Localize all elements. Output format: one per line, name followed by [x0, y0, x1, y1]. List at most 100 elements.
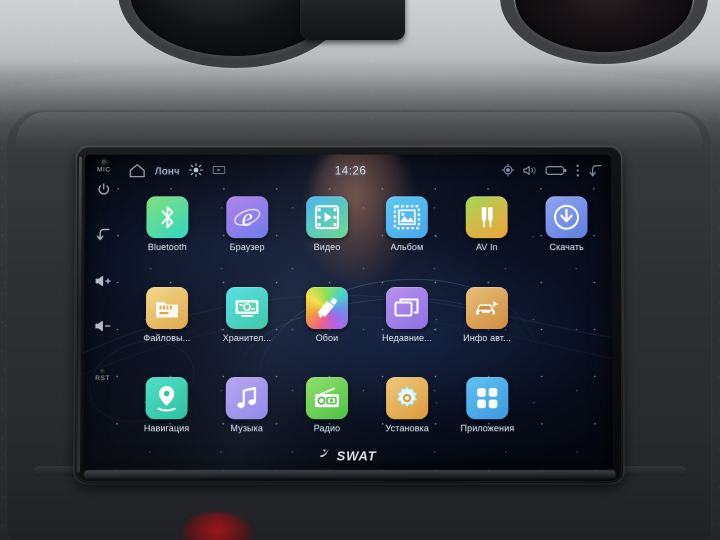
app-file-manager[interactable]: Файловы... — [128, 283, 206, 374]
settings-gear-icon — [396, 385, 417, 408]
head-unit: MIC RST Лонч 14:26 Bluetooth e Браузер В… — [74, 146, 624, 483]
app-label: Радио — [313, 423, 341, 434]
radio-tile — [305, 377, 348, 420]
app-label: Инфо авт... — [463, 332, 511, 343]
home-icon[interactable] — [129, 162, 146, 181]
browser-e-icon: e — [234, 205, 261, 231]
app-download[interactable]: Скачать — [527, 192, 605, 282]
clock-time: 14:26 — [334, 165, 367, 178]
app-album[interactable]: Альбом — [368, 192, 446, 282]
car-interior-scene: MIC RST Лонч 14:26 Bluetooth e Браузер В… — [0, 0, 720, 540]
app-grid: Bluetooth e Браузер Видео Альбом AV In С… — [127, 190, 607, 464]
wallpaper-tile — [305, 286, 349, 329]
brand-logo: SWAT — [319, 446, 376, 464]
storage-tile — [225, 286, 269, 329]
gps-location-icon[interactable] — [501, 164, 514, 180]
app-bluetooth[interactable]: Bluetooth — [128, 192, 206, 282]
brightness-sun-icon[interactable] — [189, 163, 204, 181]
back-arrow-icon[interactable] — [588, 163, 603, 180]
recent-apps-icon — [394, 298, 419, 317]
app-settings[interactable]: Установка — [368, 373, 446, 464]
navigation-pin-icon — [157, 385, 176, 411]
app-label: Файловы... — [143, 332, 191, 343]
app-storage[interactable]: Хранител... — [208, 283, 286, 374]
bezel-edge-highlight — [76, 156, 82, 473]
app-label: Установка — [385, 423, 429, 434]
volume-speaker-icon[interactable] — [522, 164, 537, 179]
overflow-menu-icon[interactable] — [575, 163, 580, 180]
app-browser[interactable]: e Браузер — [208, 192, 286, 282]
app-applications[interactable]: Приложения — [448, 373, 526, 464]
swat-swoosh-icon — [319, 446, 334, 464]
video-filmstrip-icon — [315, 205, 340, 230]
download-icon — [552, 203, 580, 231]
app-empty-2 — [528, 373, 607, 464]
reset-pinhole-icon — [99, 368, 106, 375]
status-bar-left: Лонч — [129, 162, 227, 181]
app-label: AV In — [475, 242, 498, 253]
settings-tile — [386, 377, 429, 420]
app-label: Недавние... — [382, 332, 433, 343]
app-label: Обои — [315, 332, 339, 343]
download-tile — [545, 196, 588, 239]
av-rca-plug-icon — [481, 207, 493, 228]
bluetooth-tile — [146, 196, 189, 239]
mic-hole-icon — [100, 158, 108, 166]
file-manager-icon — [155, 301, 179, 318]
brand-name: SWAT — [336, 447, 377, 463]
touchscreen-display[interactable]: Лонч 14:26 Bluetooth e Браузер Видео Аль… — [83, 154, 613, 471]
app-music[interactable]: Музыка — [208, 373, 286, 464]
battery-icon[interactable] — [545, 164, 567, 179]
app-label: Хранител... — [222, 332, 272, 343]
bluetooth-icon — [161, 206, 174, 229]
video-tile — [306, 196, 349, 239]
mic-button[interactable]: MIC — [96, 158, 111, 174]
app-label: Браузер — [229, 242, 265, 253]
mic-label: MIC — [96, 166, 111, 174]
storage-icon — [235, 299, 259, 317]
media-play-icon[interactable] — [213, 165, 227, 179]
app-wallpaper[interactable]: Обои — [288, 283, 366, 374]
reset-label: RST — [95, 375, 111, 383]
app-label: Видео — [313, 242, 341, 253]
file-manager-tile — [145, 286, 189, 329]
status-bar-right — [501, 163, 603, 180]
volume-down-button[interactable] — [94, 319, 112, 338]
status-bar-center: 14:26 — [226, 166, 502, 178]
app-navigation[interactable]: Навигация — [127, 373, 206, 464]
power-icon — [97, 182, 111, 201]
app-label: Приложения — [460, 423, 515, 434]
app-recent[interactable]: Недавние... — [368, 283, 446, 374]
launcher-label: Лонч — [154, 165, 180, 178]
app-label: Скачать — [549, 242, 584, 253]
hazard-triangle-icon — [338, 0, 368, 6]
apps-grid-icon — [476, 387, 498, 409]
back-button[interactable] — [95, 227, 111, 246]
applications-tile — [466, 377, 509, 420]
app-label: Альбом — [390, 242, 424, 253]
app-label: Навигация — [143, 423, 190, 434]
hvac-controls: 1 2 3 — [0, 470, 720, 540]
av-in-tile — [465, 196, 508, 239]
reset-button[interactable]: RST — [95, 368, 110, 382]
volume-up-button[interactable] — [94, 274, 112, 293]
status-bar: Лонч 14:26 — [85, 155, 611, 189]
music-note-icon — [236, 386, 256, 408]
recent-tile — [385, 286, 429, 329]
volume-up-icon — [94, 274, 112, 293]
car-info-tile — [465, 286, 509, 329]
radio-icon — [314, 387, 339, 407]
volume-down-icon — [94, 319, 112, 338]
browser-tile: e — [226, 196, 269, 239]
app-label: Музыка — [230, 423, 263, 434]
power-button[interactable] — [97, 182, 111, 201]
app-car-info[interactable]: Инфо авт... — [448, 283, 526, 374]
hazard-lights-button[interactable] — [300, 0, 405, 40]
app-video[interactable]: Видео — [288, 192, 366, 282]
photo-album-icon — [393, 204, 421, 230]
app-av-in[interactable]: AV In — [448, 192, 526, 282]
wallpaper-brush-icon — [318, 297, 338, 318]
app-empty-1 — [528, 283, 606, 374]
car-info-icon — [475, 300, 499, 315]
bezel-button-column: MIC RST — [85, 153, 121, 477]
